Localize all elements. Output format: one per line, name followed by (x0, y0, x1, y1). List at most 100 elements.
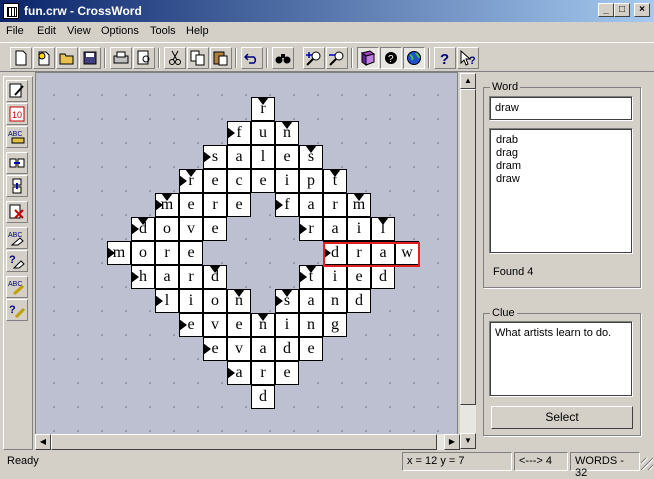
grid-cell[interactable]: a (155, 265, 179, 289)
abc-pen-icon[interactable]: ABC (6, 276, 28, 298)
grid-cell[interactable]: s (203, 145, 227, 169)
grid-cell[interactable]: i (347, 217, 371, 241)
grid-cell[interactable]: l (251, 145, 275, 169)
zoom-out-icon[interactable] (326, 47, 348, 69)
grid-cell[interactable]: d (251, 385, 275, 409)
abc-eraser-icon[interactable]: ABC (6, 227, 28, 249)
select-button[interactable]: Select (491, 406, 633, 429)
grid-cell[interactable]: d (203, 265, 227, 289)
grid-cell[interactable]: h (131, 265, 155, 289)
grid-cell[interactable]: m (347, 193, 371, 217)
list-item[interactable]: draw (496, 173, 626, 186)
horizontal-scroll-thumb[interactable] (51, 434, 437, 450)
paste-icon[interactable] (210, 47, 232, 69)
vertical-scrollbar[interactable]: ▲ ▼ (460, 73, 476, 449)
grid-cell[interactable]: e (179, 193, 203, 217)
grid-cell[interactable]: m (155, 193, 179, 217)
grid-cell[interactable]: e (179, 313, 203, 337)
help-icon[interactable]: ? (434, 47, 456, 69)
resize-grip-icon[interactable] (641, 458, 653, 470)
grid-cell[interactable]: n (227, 289, 251, 313)
grid-cell[interactable]: d (371, 265, 395, 289)
context-help-icon[interactable]: ? (457, 47, 479, 69)
minimize-button[interactable]: _ (598, 3, 614, 17)
word-input[interactable]: draw (489, 96, 633, 121)
grid-cell[interactable]: r (251, 361, 275, 385)
grid-cell[interactable]: r (155, 241, 179, 265)
grid-cell[interactable]: a (299, 289, 323, 313)
grid-cell[interactable]: g (323, 313, 347, 337)
grid-cell[interactable]: e (203, 169, 227, 193)
grid-cell[interactable]: e (227, 313, 251, 337)
grid-cell[interactable]: m (107, 241, 131, 265)
grid-cell[interactable]: l (155, 289, 179, 313)
grid-cell[interactable]: p (299, 169, 323, 193)
grid-cell[interactable]: n (251, 313, 275, 337)
cut-icon[interactable] (164, 47, 186, 69)
grid-cell[interactable]: n (323, 289, 347, 313)
find-icon[interactable] (272, 47, 294, 69)
grid-cell[interactable]: i (275, 169, 299, 193)
hint-icon[interactable]: ? (380, 47, 402, 69)
grid-cell[interactable]: r (203, 193, 227, 217)
grid-cell[interactable]: f (275, 193, 299, 217)
grid-cell[interactable]: a (227, 145, 251, 169)
grid-cell[interactable]: r (179, 169, 203, 193)
grid-cell[interactable]: c (227, 169, 251, 193)
question-pen-icon[interactable]: ? (6, 299, 28, 321)
open-icon[interactable] (56, 47, 78, 69)
word-match-list[interactable]: drab drag dram draw (489, 128, 633, 254)
grid-cell[interactable]: t (323, 169, 347, 193)
copy-icon[interactable] (187, 47, 209, 69)
grid-cell[interactable]: r (299, 217, 323, 241)
abc-key-icon[interactable]: ABC (6, 126, 28, 148)
grid-cell[interactable]: i (275, 313, 299, 337)
grid-cell[interactable]: f (227, 121, 251, 145)
grid-cell[interactable]: e (227, 193, 251, 217)
grid-cell[interactable]: v (179, 217, 203, 241)
grid-cell[interactable]: e (275, 145, 299, 169)
grid-cell[interactable]: u (251, 121, 275, 145)
menu-file[interactable]: File (6, 25, 24, 37)
grid-cell[interactable]: e (203, 217, 227, 241)
delete-word-icon[interactable] (6, 201, 28, 223)
close-button[interactable]: × (634, 3, 650, 17)
list-item[interactable]: drag (496, 147, 626, 160)
menu-edit[interactable]: Edit (37, 25, 56, 37)
grid-cell[interactable]: e (179, 241, 203, 265)
scroll-right-icon[interactable]: ▶ (444, 434, 460, 450)
grid-cell[interactable]: e (347, 265, 371, 289)
save-icon[interactable] (79, 47, 101, 69)
grid-cell[interactable]: r (179, 265, 203, 289)
clue-text-field[interactable]: What artists learn to do. (489, 321, 633, 397)
grid-cell[interactable]: e (251, 169, 275, 193)
grid-cell[interactable]: o (155, 217, 179, 241)
globe-icon[interactable] (403, 47, 425, 69)
grid-cell[interactable]: r (323, 193, 347, 217)
print-icon[interactable] (110, 47, 132, 69)
zoom-in-icon[interactable] (303, 47, 325, 69)
list-item[interactable]: dram (496, 160, 626, 173)
grid-cell[interactable]: a (299, 193, 323, 217)
grid-cell[interactable]: o (203, 289, 227, 313)
edit-grid-icon[interactable] (6, 80, 28, 102)
undo-icon[interactable] (241, 47, 263, 69)
question-eraser-icon[interactable]: ? (6, 250, 28, 272)
grid-cell[interactable]: r (251, 97, 275, 121)
grid-cell[interactable]: d (347, 289, 371, 313)
grid-cell[interactable]: d (275, 337, 299, 361)
grid-cell[interactable]: n (275, 121, 299, 145)
grid-cell[interactable]: o (131, 241, 155, 265)
vertical-scroll-thumb[interactable] (460, 89, 476, 405)
grid-cell[interactable]: n (299, 313, 323, 337)
print-preview-icon[interactable] (133, 47, 155, 69)
grid-cell[interactable]: i (179, 289, 203, 313)
grid-cell[interactable]: a (323, 217, 347, 241)
grid-cell[interactable]: e (299, 337, 323, 361)
numbering-icon[interactable]: 10 (6, 103, 28, 125)
list-item[interactable]: drab (496, 134, 626, 147)
new-icon[interactable] (10, 47, 32, 69)
grid-cell[interactable]: d (131, 217, 155, 241)
grid-cell[interactable]: s (299, 145, 323, 169)
fit-across-icon[interactable] (6, 152, 28, 174)
